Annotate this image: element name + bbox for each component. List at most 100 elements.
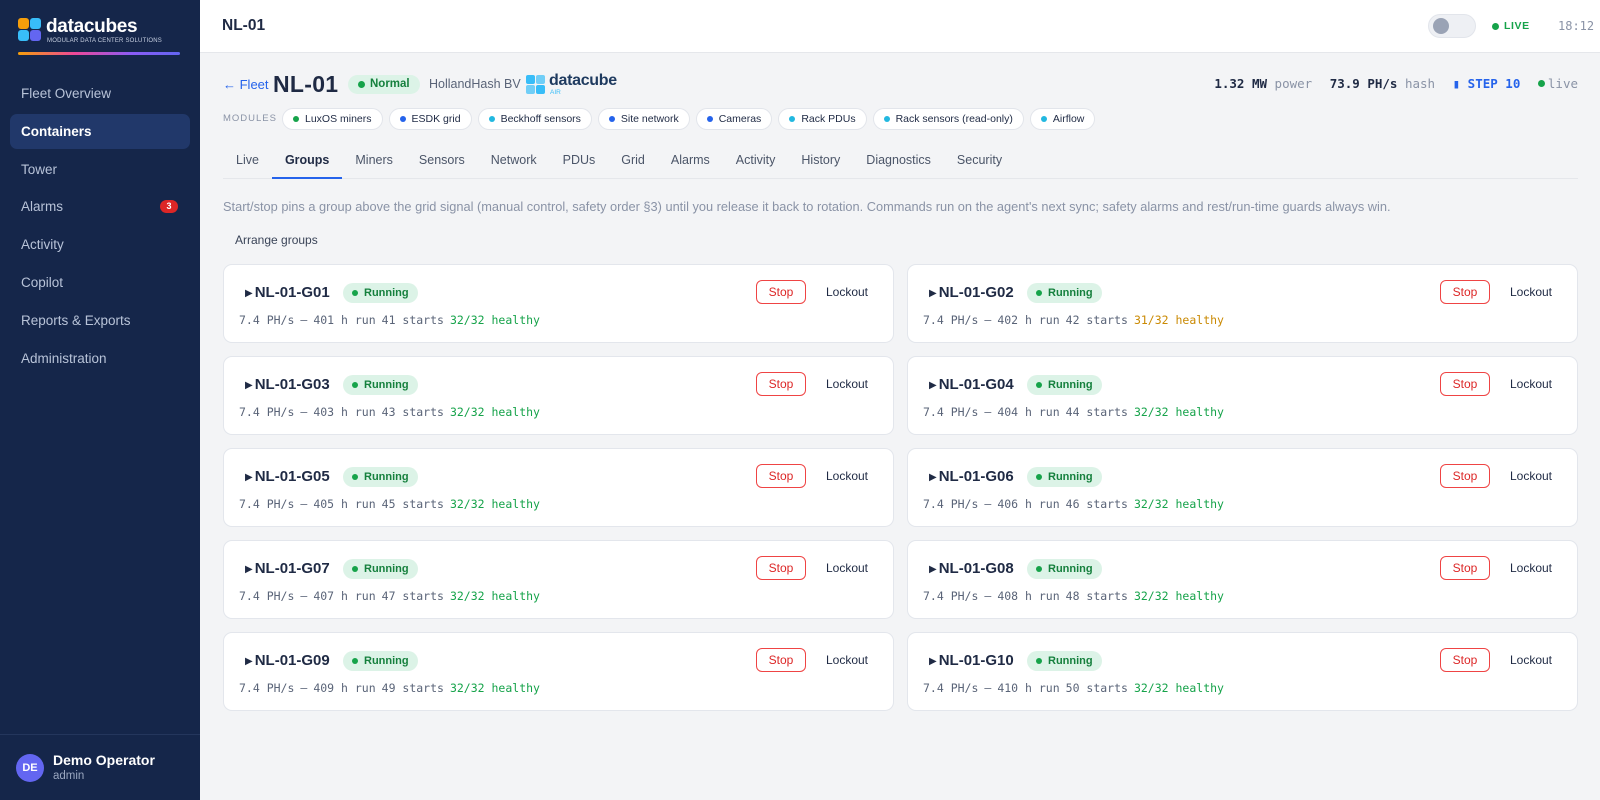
module-chip-beckhoff-sensors[interactable]: Beckhoff sensors [477,108,592,130]
module-chip-rack-sensors[interactable]: Rack sensors (read-only) [872,108,1024,130]
tab-live[interactable]: Live [223,145,272,178]
expand-caret-icon: ▶ [929,288,937,299]
group-name[interactable]: ▶ NL-01-G07 [245,560,330,577]
group-card: ▶ NL-01-G03 Running Stop Lockout 7.4 PH/s… [223,356,894,435]
group-name[interactable]: ▶ NL-01-G08 [929,560,1014,577]
lockout-button[interactable]: Lockout [1501,280,1561,304]
group-starts: 46 starts [1065,497,1128,511]
lockout-button[interactable]: Lockout [1501,372,1561,396]
tab-alarms[interactable]: Alarms [658,145,723,178]
module-chip-cameras[interactable]: Cameras [695,108,773,130]
module-chip-airflow[interactable]: Airflow [1029,108,1096,130]
module-chip-luxos-miners[interactable]: LuxOS miners [282,108,383,130]
module-chip-rack-pdus[interactable]: Rack PDUs [778,108,867,130]
group-starts: 50 starts [1065,681,1128,695]
stop-button[interactable]: Stop [1440,464,1490,488]
group-starts: 47 starts [381,589,444,603]
lockout-button[interactable]: Lockout [817,464,877,488]
group-health: 32/32 healthy [1133,405,1224,419]
tab-pdus[interactable]: PDUs [550,145,609,178]
separator-dash: — [300,405,308,419]
sidebar-item-reports-exports[interactable]: Reports & Exports [10,303,190,338]
stop-button[interactable]: Stop [1440,372,1490,396]
stop-button[interactable]: Stop [1440,280,1490,304]
group-name[interactable]: ▶ NL-01-G05 [245,468,330,485]
lockout-button[interactable]: Lockout [817,280,877,304]
tab-miners[interactable]: Miners [342,145,406,178]
sidebar-item-tower[interactable]: Tower [10,152,190,187]
lockout-button[interactable]: Lockout [1501,648,1561,672]
module-chip-site-network[interactable]: Site network [597,108,690,130]
lockout-button[interactable]: Lockout [817,648,877,672]
sidebar-item-activity[interactable]: Activity [10,227,190,262]
separator-dash: — [300,313,308,327]
sidebar-item-alarms[interactable]: Alarms 3 [10,189,190,224]
group-runtime: 410 h run [997,681,1060,695]
sidebar-item-copilot[interactable]: Copilot [10,265,190,300]
sidebar: datacubes MODULAR DATA CENTER SOLUTIONS … [0,0,200,800]
arrange-groups-button[interactable]: Arrange groups [223,229,330,251]
lockout-button[interactable]: Lockout [817,556,877,580]
live-status: live [1547,76,1578,91]
group-health: 32/32 healthy [449,681,540,695]
group-card: ▶ NL-01-G08 Running Stop Lockout 7.4 PH/s… [907,540,1578,619]
group-metrics: 7.4 PH/s — 407 h run 47 starts 32/32 healthy [239,589,540,603]
group-card: ▶ NL-01-G05 Running Stop Lockout 7.4 PH/s… [223,448,894,527]
back-to-fleet-link[interactable]: ← Fleet [223,77,269,92]
user-role: admin [53,770,85,782]
tab-grid[interactable]: Grid [608,145,658,178]
group-name[interactable]: ▶ NL-01-G09 [245,652,330,669]
group-health: 31/32 healthy [1133,313,1224,327]
tab-network[interactable]: Network [478,145,550,178]
group-hashrate: 7.4 PH/s [239,497,295,511]
lockout-button[interactable]: Lockout [1501,464,1561,488]
group-starts: 45 starts [381,497,444,511]
group-status-badge: Running [1027,559,1102,579]
stop-button[interactable]: Stop [756,648,806,672]
sidebar-item-label: Fleet Overview [21,86,112,101]
group-metrics: 7.4 PH/s — 405 h run 45 starts 32/32 healthy [239,497,540,511]
group-starts: 44 starts [1065,405,1128,419]
group-name-label: NL-01-G02 [938,284,1014,301]
tab-security[interactable]: Security [944,145,1015,178]
expand-caret-icon: ▶ [929,380,937,391]
group-status-badge: Running [1027,375,1102,395]
alarm-count-badge: 3 [160,200,178,214]
group-name[interactable]: ▶ NL-01-G04 [929,376,1014,393]
group-name[interactable]: ▶ NL-01-G10 [929,652,1014,669]
stop-button[interactable]: Stop [756,556,806,580]
stop-button[interactable]: Stop [756,280,806,304]
theme-toggle[interactable] [1428,14,1476,38]
stop-button[interactable]: Stop [1440,556,1490,580]
tab-sensors[interactable]: Sensors [406,145,478,178]
stop-button[interactable]: Stop [756,464,806,488]
sidebar-item-fleet-overview[interactable]: Fleet Overview [10,76,190,111]
brand-name: datacubes [46,16,138,37]
group-runtime: 409 h run [313,681,376,695]
group-status-badge: Running [343,283,418,303]
group-status-badge: Running [1027,651,1102,671]
lockout-button[interactable]: Lockout [817,372,877,396]
tab-diagnostics[interactable]: Diagnostics [853,145,944,178]
sidebar-item-label: Containers [21,123,92,139]
separator-dash: — [984,405,992,419]
group-name[interactable]: ▶ NL-01-G03 [245,376,330,393]
top-bar-title: NL-01 [222,17,266,34]
tab-groups[interactable]: Groups [271,145,343,179]
group-name[interactable]: ▶ NL-01-G06 [929,468,1014,485]
stop-button[interactable]: Stop [756,372,806,396]
group-name[interactable]: ▶ NL-01-G02 [929,284,1014,301]
sidebar-item-containers[interactable]: Containers [10,113,190,149]
clock: 18:12 [1558,19,1595,33]
brand-logo[interactable]: datacubes MODULAR DATA CENTER SOLUTIONS [18,16,182,56]
brand-gradient-bar [18,52,180,55]
tab-activity[interactable]: Activity [723,145,789,178]
group-status-badge: Running [343,559,418,579]
user-panel[interactable]: DE Demo Operator admin [0,734,200,800]
group-name[interactable]: ▶ NL-01-G01 [245,284,330,301]
tab-history[interactable]: History [788,145,853,178]
module-chip-esdk-grid[interactable]: ESDK grid [388,108,472,130]
sidebar-item-administration[interactable]: Administration [10,341,190,376]
lockout-button[interactable]: Lockout [1501,556,1561,580]
stop-button[interactable]: Stop [1440,648,1490,672]
